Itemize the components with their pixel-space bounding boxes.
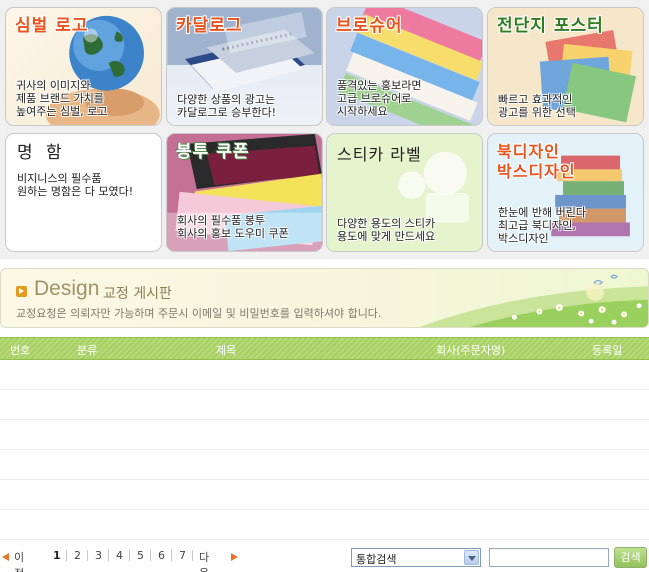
search-input[interactable]: [489, 548, 609, 567]
board-notice: 교정요청은 의뢰자만 가능하며 주문시 이메일 및 비밀번호를 입력하셔야 합니…: [16, 307, 382, 320]
category-desc: 회사의 필수품 봉투 회사의 홍보 도우미 쿠폰: [177, 214, 289, 240]
category-business-card[interactable]: 명 함 비지니스의 필수품 원하는 명함은 다 모였다!: [5, 133, 162, 252]
board-bullet-icon: [16, 286, 27, 297]
category-desc: 귀사의 이미지와 제품 브랜드 가치를 높여주는 심벌, 로고: [16, 79, 108, 118]
category-book-box-design[interactable]: 북디자인 박스디자인 한눈에 반해 버린다 최고급 북디자인, 박스디자인: [487, 133, 644, 252]
table-row: [0, 390, 649, 420]
chevron-down-icon[interactable]: [464, 550, 479, 565]
search-button[interactable]: 검색: [614, 547, 647, 568]
category-grid: 심벌 로고 귀사의 이미지와 제품 브랜드 가치를 높여주는 심벌, 로고 카달…: [0, 0, 649, 259]
category-title: 명 함: [17, 143, 66, 163]
next-page-link[interactable]: 다음: [199, 549, 209, 572]
page-separator: [150, 550, 151, 561]
prev-page-link[interactable]: 이전: [14, 549, 24, 572]
page-separator: [66, 550, 67, 561]
table-row: [0, 480, 649, 510]
page-link-1[interactable]: 1: [53, 549, 61, 562]
category-title: 심벌 로고: [15, 16, 89, 36]
page-link-6[interactable]: 6: [158, 549, 165, 562]
category-title: 스티카 라벨: [337, 145, 422, 164]
table-body: [0, 360, 649, 540]
table-row: [0, 450, 649, 480]
category-catalog[interactable]: 카달로그 다양한 상품의 광고는 카달로그로 승부한다!: [166, 7, 323, 126]
category-title: 전단지 포스터: [497, 16, 604, 36]
page-link-5[interactable]: 5: [137, 549, 144, 562]
category-title: 봉투 쿠폰: [176, 142, 250, 162]
page-link-7[interactable]: 7: [179, 549, 186, 562]
page-link-2[interactable]: 2: [74, 549, 81, 562]
search-type-select[interactable]: 통합검색: [351, 548, 481, 567]
category-brochure[interactable]: 브로슈어 품격있는 홍보라면 고급 브로슈어로 시작하세요: [326, 7, 483, 126]
page-separator: [108, 550, 109, 561]
category-envelope-coupon[interactable]: 봉투 쿠폰 회사의 필수품 봉투 회사의 홍보 도우미 쿠폰: [166, 133, 323, 252]
category-symbol-logo[interactable]: 심벌 로고 귀사의 이미지와 제품 브랜드 가치를 높여주는 심벌, 로고: [5, 7, 162, 126]
category-desc: 품격있는 홍보라면 고급 브로슈어로 시작하세요: [337, 79, 422, 118]
board-title-en: Design: [34, 277, 100, 300]
table-row: [0, 360, 649, 390]
column-company: 회사(주문자명): [436, 344, 506, 357]
column-category: 분류: [77, 344, 98, 357]
category-flyer-poster[interactable]: 전단지 포스터 빠르고 효과적인 광고를 위한 선택: [487, 7, 644, 126]
prev-arrow-icon[interactable]: [2, 553, 9, 561]
search-type-value: 통합검색: [356, 553, 397, 566]
category-desc: 다양한 용도의 스티카 용도에 맞게 만드세요: [337, 217, 436, 243]
page-separator: [171, 550, 172, 561]
category-desc: 한눈에 반해 버린다 최고급 북디자인, 박스디자인: [498, 206, 586, 245]
design-board-header: Design 교정 게시판 교정요청은 의뢰자만 가능하며 주문시 이메일 및 …: [0, 268, 649, 328]
board-title-ko: 교정 게시판: [103, 286, 172, 302]
category-title: 카달로그: [176, 16, 243, 36]
table-header: 번호 분류 제목 회사(주문자명) 등록일: [0, 337, 649, 360]
table-row: [0, 510, 649, 540]
page-separator: [87, 550, 88, 561]
next-arrow-icon[interactable]: [231, 553, 238, 561]
category-title: 북디자인 박스디자인: [497, 142, 576, 181]
page-link-3[interactable]: 3: [95, 549, 102, 562]
column-number: 번호: [10, 344, 31, 357]
category-title: 브로슈어: [336, 16, 403, 36]
table-row: [0, 420, 649, 450]
page-separator: [129, 550, 130, 561]
column-date: 등록일: [592, 344, 623, 357]
page-link-4[interactable]: 4: [116, 549, 123, 562]
category-desc: 다양한 상품의 광고는 카달로그로 승부한다!: [177, 93, 276, 119]
page-separator: [192, 550, 193, 561]
column-title: 제목: [216, 344, 237, 357]
category-desc: 빠르고 효과적인 광고를 위한 선택: [498, 93, 576, 119]
category-desc: 비지니스의 필수품 원하는 명함은 다 모였다!: [17, 172, 134, 198]
category-sticker-label[interactable]: 스티카 라벨 다양한 용도의 스티카 용도에 맞게 만드세요: [326, 133, 483, 252]
